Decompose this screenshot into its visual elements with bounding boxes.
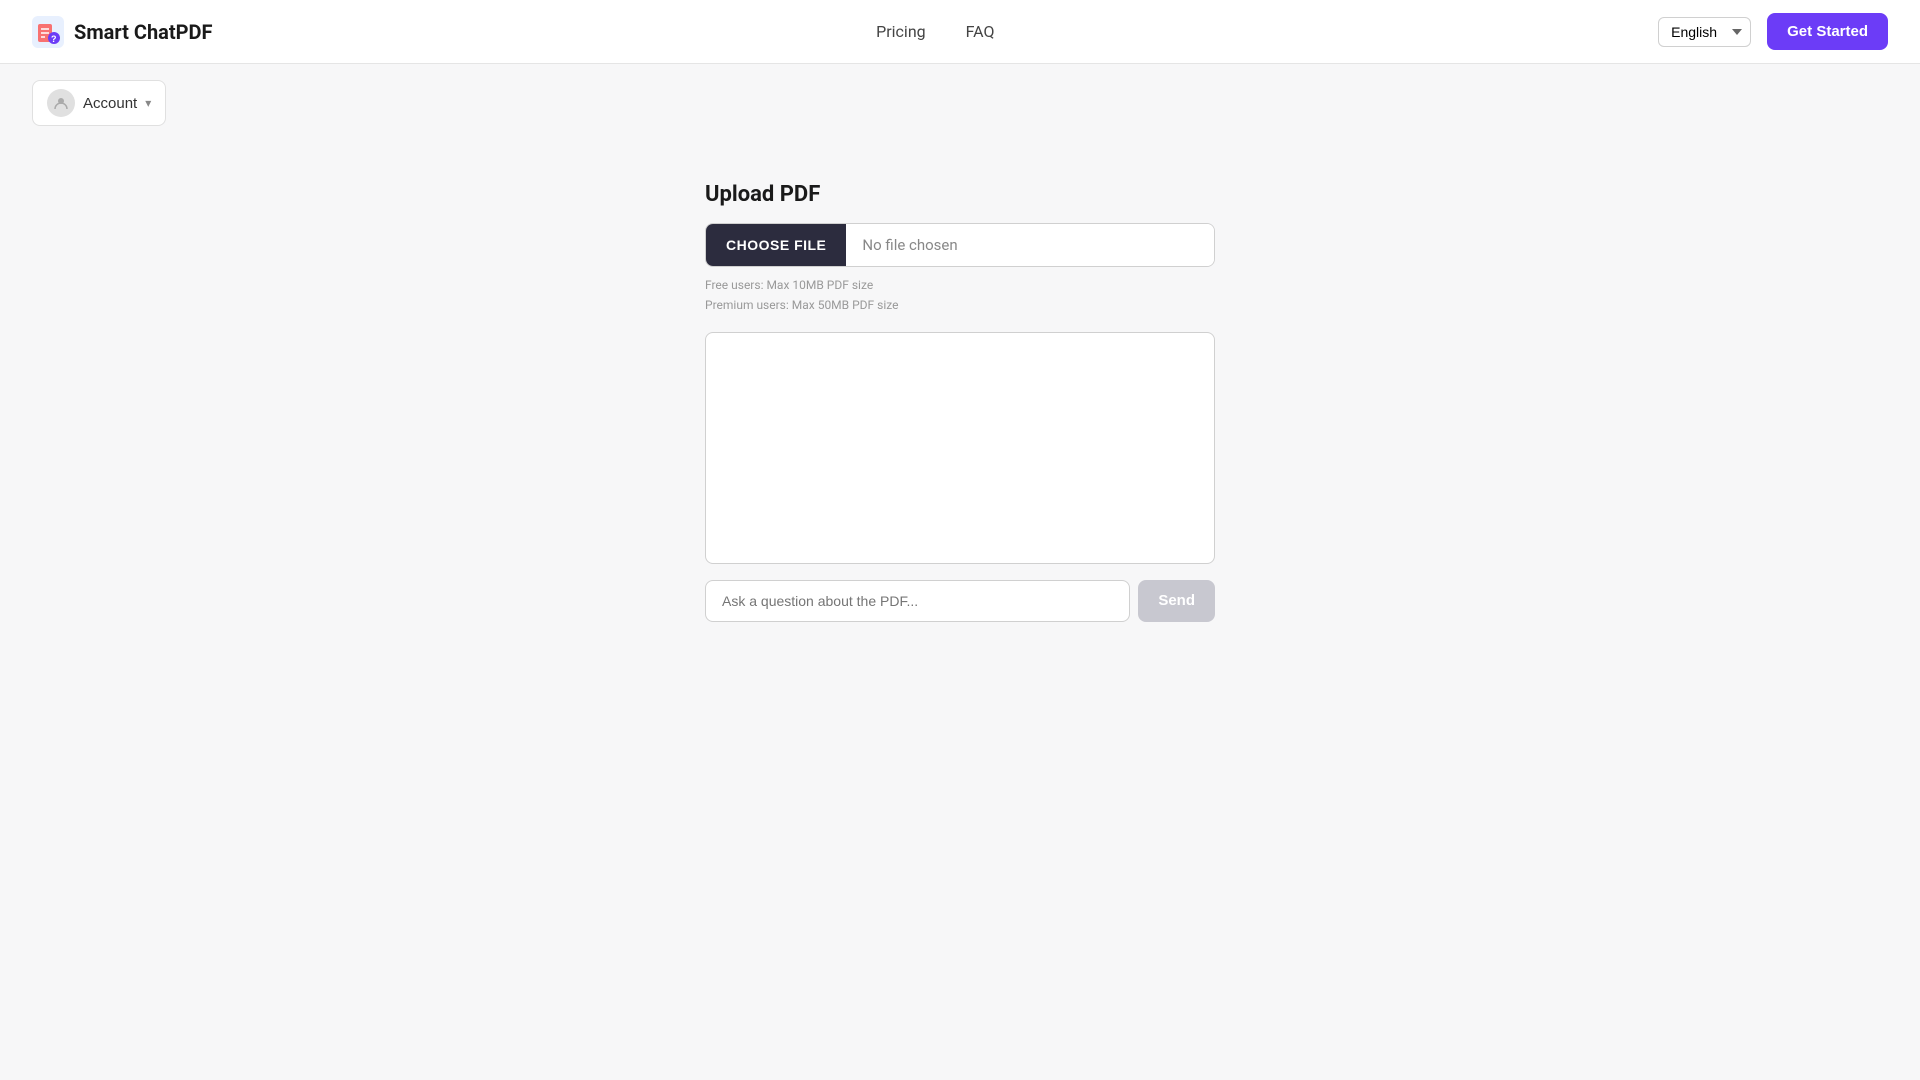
account-avatar	[47, 89, 75, 117]
send-button[interactable]: Send	[1138, 580, 1215, 622]
nav-links: Pricing FAQ	[876, 22, 994, 41]
sub-header: Account ▾	[0, 64, 1920, 142]
language-select[interactable]: English Spanish French German	[1658, 17, 1751, 47]
get-started-button[interactable]: Get Started	[1767, 13, 1888, 50]
navbar: ? Smart ChatPDF Pricing FAQ English Span…	[0, 0, 1920, 64]
free-user-info: Free users: Max 10MB PDF size	[705, 275, 1215, 295]
choose-file-button[interactable]: CHOOSE FILE	[706, 224, 846, 266]
brand-area: ? Smart ChatPDF	[32, 16, 213, 48]
question-input[interactable]	[705, 580, 1130, 622]
brand-name: Smart ChatPDF	[74, 20, 213, 44]
logo-icon: ?	[32, 16, 64, 48]
upload-title: Upload PDF	[705, 182, 1215, 207]
file-size-info: Free users: Max 10MB PDF size Premium us…	[705, 275, 1215, 316]
nav-pricing[interactable]: Pricing	[876, 22, 926, 41]
premium-user-info: Premium users: Max 50MB PDF size	[705, 295, 1215, 315]
main-content: Upload PDF CHOOSE FILE No file chosen Fr…	[0, 142, 1920, 662]
account-button[interactable]: Account ▾	[32, 80, 166, 126]
svg-text:?: ?	[51, 34, 57, 44]
no-file-label: No file chosen	[846, 224, 1214, 266]
chevron-down-icon: ▾	[145, 96, 151, 110]
navbar-right: English Spanish French German Get Starte…	[1658, 13, 1888, 50]
chat-area	[705, 332, 1215, 564]
account-label: Account	[83, 95, 137, 112]
upload-section: Upload PDF CHOOSE FILE No file chosen Fr…	[705, 182, 1215, 316]
nav-faq[interactable]: FAQ	[966, 22, 995, 41]
file-input-row: CHOOSE FILE No file chosen	[705, 223, 1215, 267]
question-row: Send	[705, 580, 1215, 622]
